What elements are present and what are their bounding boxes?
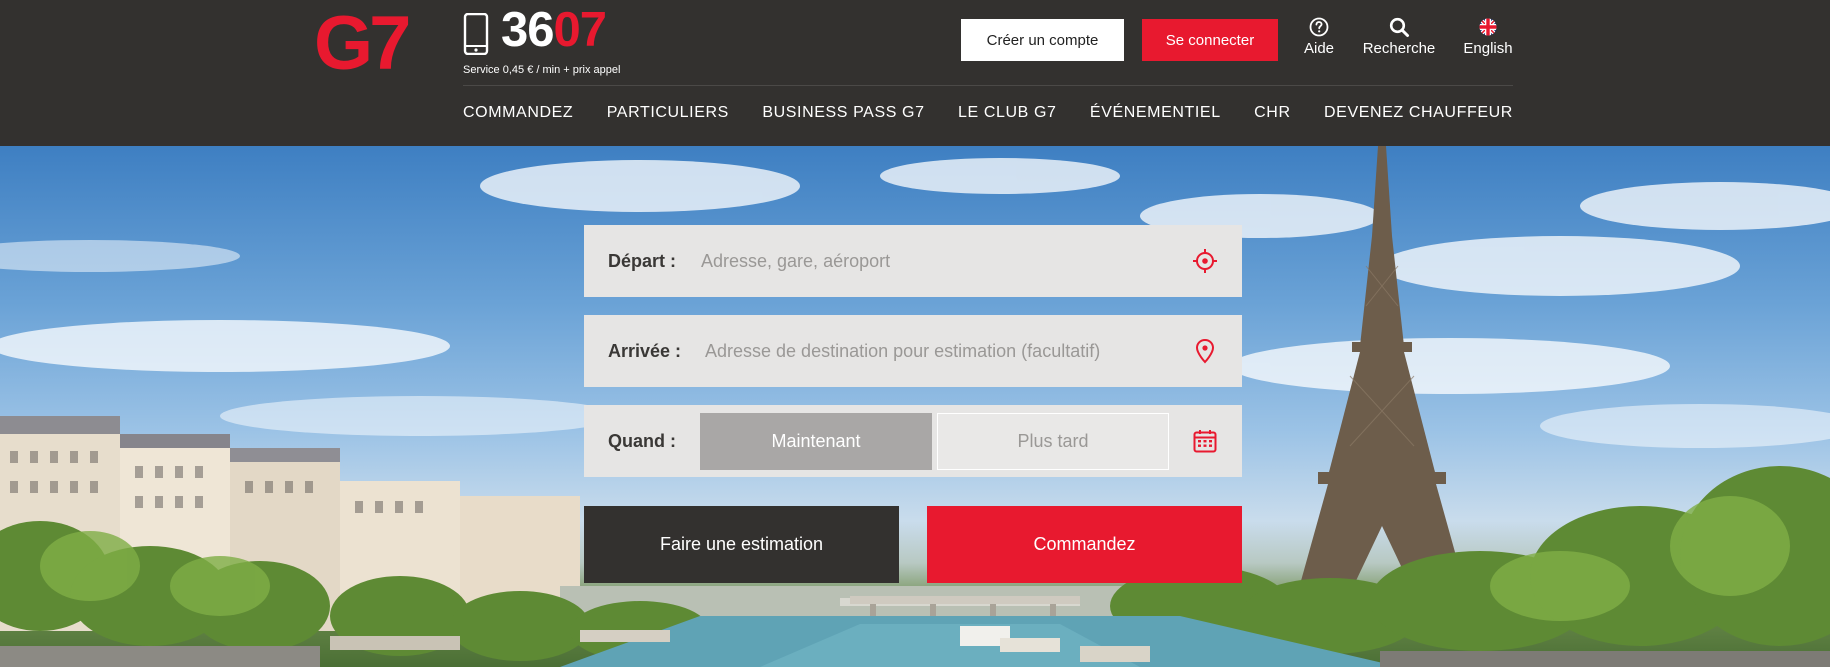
search-label: Recherche xyxy=(1362,40,1436,57)
nav-item-business-pass[interactable]: BUSINESS PASS G7 xyxy=(762,104,924,122)
question-icon xyxy=(1309,17,1329,37)
g7-logo[interactable]: G7 xyxy=(314,12,436,74)
login-button[interactable]: Se connecter xyxy=(1142,19,1278,61)
main-nav: COMMANDEZ PARTICULIERS BUSINESS PASS G7 … xyxy=(463,104,1513,122)
nav-item-particuliers[interactable]: PARTICULIERS xyxy=(607,104,729,122)
locate-crosshair-icon[interactable] xyxy=(1192,248,1218,274)
help-label: Aide xyxy=(1303,40,1335,57)
arrival-label: Arrivée : xyxy=(608,340,682,361)
phone-number-prefix: 36 xyxy=(501,3,555,57)
when-label: Quand : xyxy=(608,430,676,451)
search-link[interactable]: Recherche xyxy=(1356,16,1442,57)
when-later-button[interactable]: Plus tard xyxy=(937,413,1169,470)
nav-item-commandez[interactable]: COMMANDEZ xyxy=(463,104,573,122)
nav-item-evenementiel[interactable]: ÉVÉNEMENTIEL xyxy=(1090,104,1221,122)
estimate-button[interactable]: Faire une estimation xyxy=(584,506,899,583)
mobile-phone-icon xyxy=(463,13,489,55)
site-header: G7 3607 Service 0,45 € / min + prix appe… xyxy=(0,0,1830,146)
phone-number: 3607 xyxy=(501,3,608,57)
arrival-row: Arrivée : xyxy=(584,315,1242,387)
map-pin-icon[interactable] xyxy=(1192,338,1218,364)
departure-row: Départ : xyxy=(584,225,1242,297)
uk-flag-icon xyxy=(1479,18,1497,36)
order-button[interactable]: Commandez xyxy=(927,506,1242,583)
create-account-button[interactable]: Créer un compte xyxy=(961,19,1124,61)
header-divider xyxy=(463,85,1513,86)
svg-text:G7: G7 xyxy=(314,12,408,74)
phone-pricing-note: Service 0,45 € / min + prix appel xyxy=(463,64,621,76)
calendar-icon[interactable] xyxy=(1192,428,1218,454)
phone-number-suffix: 07 xyxy=(553,3,608,57)
nav-item-le-club[interactable]: LE CLUB G7 xyxy=(958,104,1056,122)
departure-label: Départ : xyxy=(608,250,677,271)
language-label: English xyxy=(1463,40,1513,57)
nav-item-devenez-chauffeur[interactable]: DEVENEZ CHAUFFEUR xyxy=(1324,104,1513,122)
departure-input[interactable] xyxy=(701,225,1161,297)
when-row: Quand : Maintenant Plus tard xyxy=(584,405,1242,477)
search-icon xyxy=(1389,17,1409,37)
language-switch[interactable]: English xyxy=(1460,16,1516,57)
arrival-input[interactable] xyxy=(705,315,1165,387)
when-now-button[interactable]: Maintenant xyxy=(700,413,932,470)
nav-item-chr[interactable]: CHR xyxy=(1254,104,1290,122)
help-link[interactable]: Aide xyxy=(1300,16,1338,57)
